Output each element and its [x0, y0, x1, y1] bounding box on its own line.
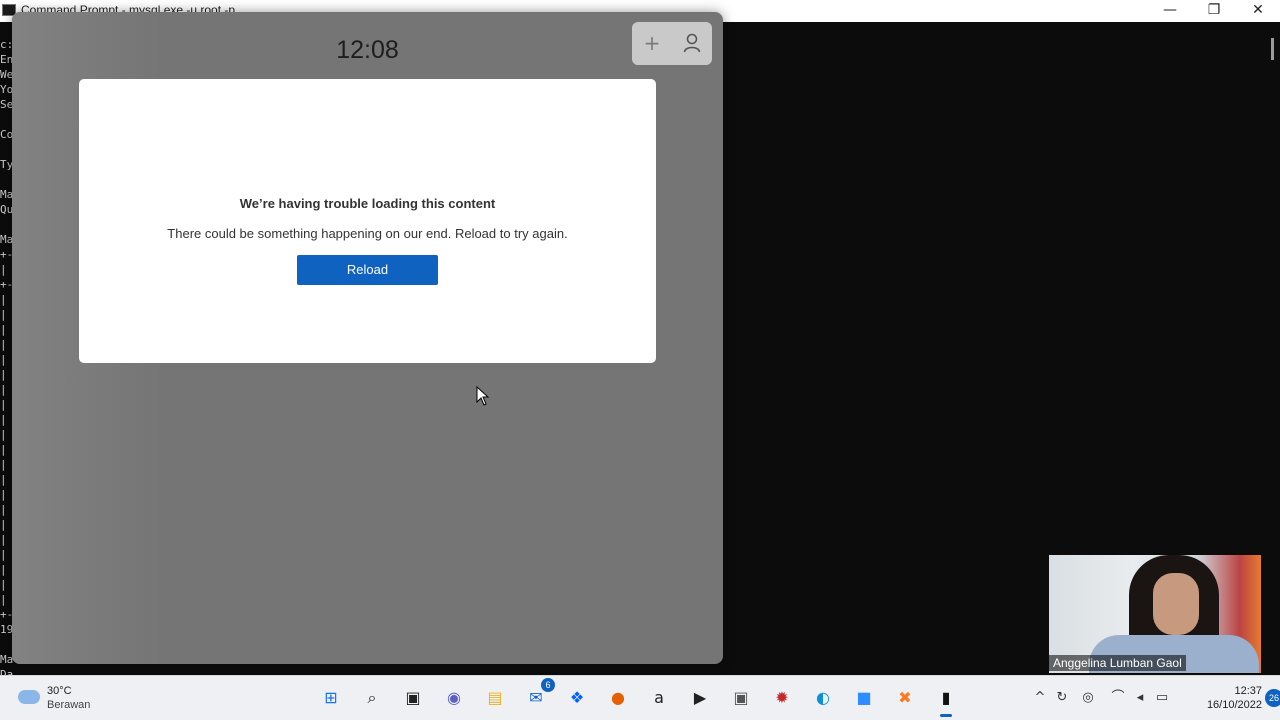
dropbox-icon: ❖	[569, 688, 585, 707]
sync-icon[interactable]: ↻	[1053, 689, 1071, 707]
scrollbar-thumb[interactable]	[1271, 38, 1274, 60]
task-view-icon: ▣	[405, 688, 421, 707]
amazon-taskbar-icon[interactable]: a	[645, 684, 673, 712]
minimize-button[interactable]: —	[1148, 0, 1192, 22]
error-title: We’re having trouble loading this conten…	[239, 196, 496, 211]
teams-chat-taskbar-icon[interactable]: ◉	[440, 684, 468, 712]
close-button[interactable]: ✕	[1236, 0, 1280, 22]
amazon-icon: a	[654, 688, 664, 707]
microphone-icon[interactable]: ◎	[1079, 689, 1097, 707]
widgets-clock: 12:08	[336, 36, 399, 64]
battery-icon[interactable]: ▭	[1153, 689, 1171, 707]
search-icon: ⌕	[367, 688, 377, 707]
mail-taskbar-icon[interactable]: ✉ 6	[522, 678, 555, 712]
widgets-panel: 12:08 + We’re having trouble loading thi…	[12, 12, 723, 664]
camera-taskbar-icon[interactable]: ▣	[727, 684, 755, 712]
zoom-icon: ■	[856, 688, 872, 707]
command-prompt-icon: ▮	[941, 688, 951, 707]
media-player-icon: ▶	[693, 688, 707, 707]
search-taskbar-icon[interactable]: ⌕	[358, 684, 386, 712]
running-indicator	[940, 714, 952, 717]
reload-button[interactable]: Reload	[297, 255, 438, 285]
participant-face	[1153, 573, 1199, 635]
maximize-button[interactable]: ❐	[1192, 0, 1236, 22]
zoom-taskbar-icon[interactable]: ■	[850, 684, 878, 712]
media-player-taskbar-icon[interactable]: ▶	[686, 684, 714, 712]
wifi-icon[interactable]: ⌒	[1109, 689, 1127, 707]
firefox-taskbar-icon[interactable]: ●	[604, 684, 632, 712]
taskbar-clock-date[interactable]: 16/10/2022	[1192, 699, 1262, 711]
xampp-icon: ✖	[898, 688, 912, 707]
mail-badge: 6	[541, 678, 555, 692]
firefox-icon: ●	[611, 688, 625, 707]
camera-icon: ▣	[733, 688, 749, 707]
notification-count-badge[interactable]: 26	[1265, 689, 1280, 707]
app-red-taskbar-icon[interactable]: ✹	[768, 684, 796, 712]
edge-taskbar-icon[interactable]: ◐	[809, 684, 837, 712]
app-red-icon: ✹	[775, 688, 789, 707]
volume-icon[interactable]: ◂	[1131, 689, 1149, 707]
user-account-icon[interactable]	[672, 22, 712, 65]
error-message: There could be something happening on ou…	[167, 226, 568, 241]
system-tray: ^ ↻ ◎ ⌒ ◂ ▭ 12:37 16/10/2022 26	[1020, 676, 1280, 720]
cloud-icon	[18, 690, 40, 704]
file-explorer-taskbar-icon[interactable]: ▤	[481, 684, 509, 712]
file-explorer-icon: ▤	[487, 688, 503, 707]
participant-name-label: Anggelina Lumban Gaol	[1049, 655, 1186, 671]
cmd-scrollbar[interactable]	[1265, 22, 1280, 675]
weather-widget[interactable]: 30°C Berawan	[16, 684, 136, 714]
taskbar: 30°C Berawan ⊞ ⌕ ▣ ◉ ▤ ✉ 6 ❖ ● a ▶ ▣ ✹ ◐ ■ ✖ ▮ ^ ↻ ◎ ⌒ ◂…	[0, 675, 1280, 720]
task-view-taskbar-icon[interactable]: ▣	[399, 684, 427, 712]
error-card: We’re having trouble loading this conten…	[79, 79, 656, 363]
widgets-actions: +	[632, 22, 712, 65]
webcam-video: Anggelina Lumban Gaol	[1049, 555, 1261, 673]
taskbar-clock-time[interactable]: 12:37	[1192, 685, 1262, 697]
teams-chat-icon: ◉	[447, 688, 461, 707]
edge-icon: ◐	[816, 688, 830, 707]
weather-temperature: 30°C	[47, 685, 72, 697]
xampp-taskbar-icon[interactable]: ✖	[891, 684, 919, 712]
weather-condition: Berawan	[47, 699, 91, 711]
show-hidden-icons-chevron-icon[interactable]: ^	[1031, 689, 1049, 707]
start-taskbar-icon[interactable]: ⊞	[317, 684, 345, 712]
add-widget-icon[interactable]: +	[632, 22, 672, 65]
command-prompt-taskbar-icon[interactable]: ▮	[932, 684, 960, 717]
dropbox-taskbar-icon[interactable]: ❖	[563, 684, 591, 712]
mouse-cursor-icon	[476, 386, 490, 406]
mail-icon: ✉	[529, 688, 543, 707]
start-icon: ⊞	[324, 688, 338, 707]
